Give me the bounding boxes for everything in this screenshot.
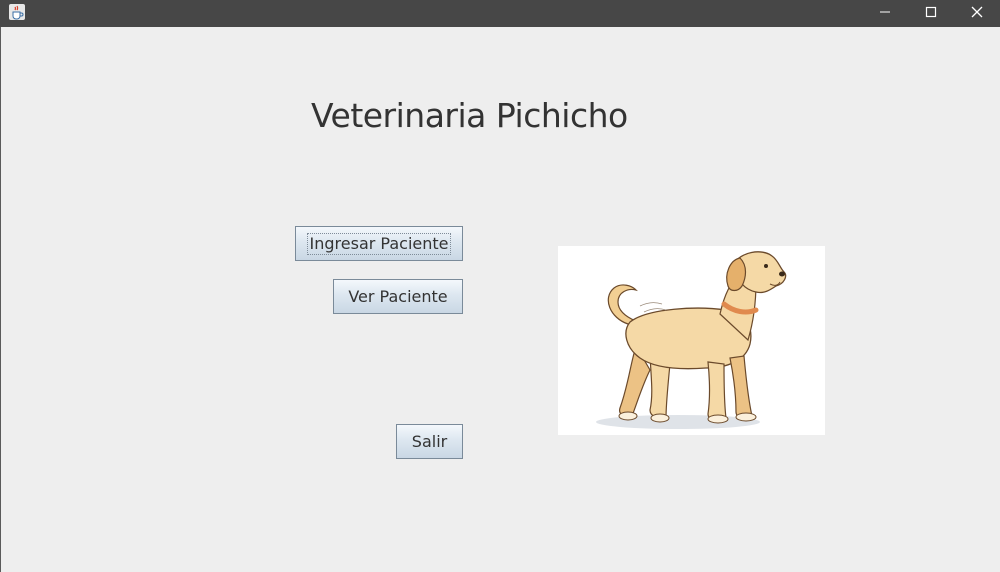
- salir-button[interactable]: Salir: [396, 424, 463, 459]
- java-cup-icon: [9, 4, 25, 20]
- maximize-button[interactable]: [908, 0, 954, 27]
- ingresar-paciente-button[interactable]: Ingresar Paciente: [295, 226, 463, 261]
- ver-paciente-label: Ver Paciente: [348, 287, 448, 306]
- close-icon: [971, 5, 983, 23]
- close-button[interactable]: [954, 0, 1000, 27]
- ingresar-paciente-label: Ingresar Paciente: [306, 232, 452, 255]
- minimize-icon: [879, 5, 891, 23]
- dog-illustration: [596, 251, 787, 429]
- salir-label: Salir: [411, 432, 448, 451]
- maximize-icon: [925, 5, 937, 23]
- dog-image: [558, 246, 825, 435]
- ver-paciente-button[interactable]: Ver Paciente: [333, 279, 463, 314]
- window-titlebar[interactable]: [0, 0, 1000, 27]
- minimize-button[interactable]: [862, 0, 908, 27]
- page-title: Veterinaria Pichicho: [311, 96, 628, 135]
